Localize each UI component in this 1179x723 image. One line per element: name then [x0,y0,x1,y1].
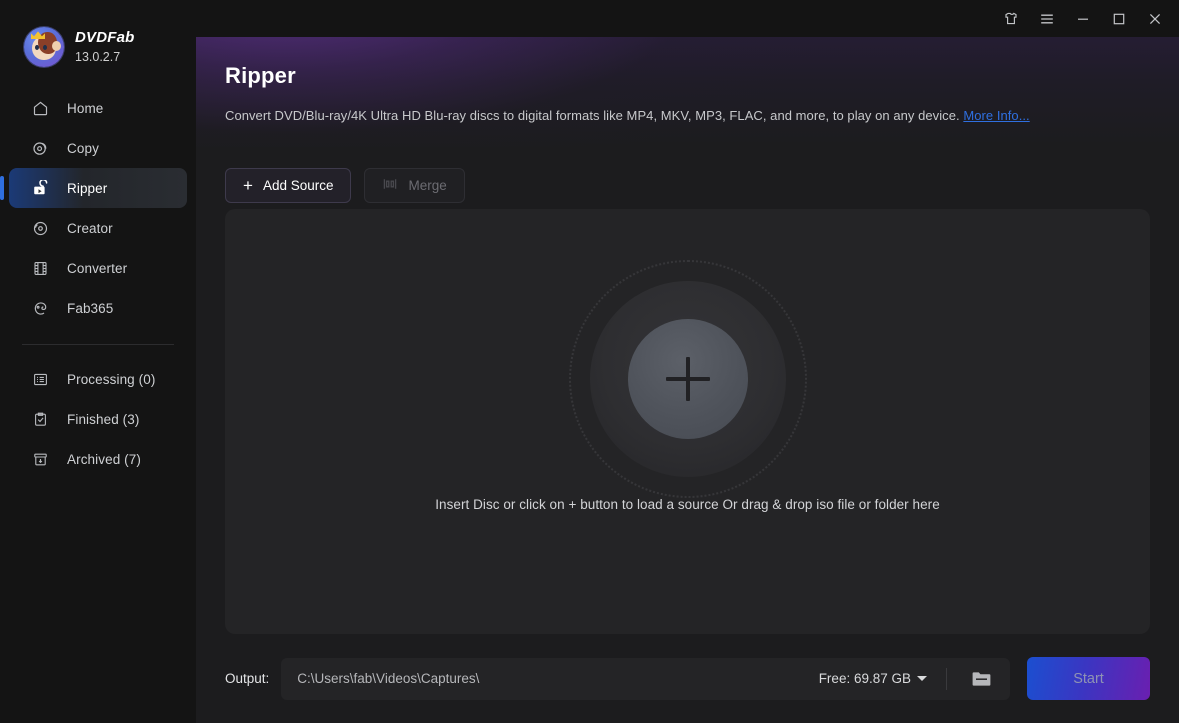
plus-large-icon[interactable] [628,319,748,439]
theme-skin-icon[interactable] [993,4,1029,34]
brand: DVDFab 13.0.2.7 [0,0,196,72]
sidebar-item-processing[interactable]: Processing (0) [9,359,187,399]
merge-button[interactable]: Merge [364,168,464,203]
source-dropzone[interactable]: Insert Disc or click on + button to load… [225,209,1150,634]
processing-list-icon [32,371,49,388]
dvdfab-window: DVDFab 13.0.2.7 Home [0,0,1179,723]
sidebar-item-finished[interactable]: Finished (3) [9,399,187,439]
add-source-button[interactable]: + Add Source [225,168,351,203]
dvdfab-mascot-logo [24,27,64,67]
add-source-disc[interactable] [563,254,813,504]
sidebar-item-label: Archived (7) [67,452,141,467]
output-path-input[interactable]: C:\Users\fab\Videos\Captures\ [297,671,808,686]
archived-box-icon [32,451,49,468]
menu-icon[interactable] [1029,4,1065,34]
dropzone-hint: Insert Disc or click on + button to load… [225,497,1150,512]
output-bar: Output: C:\Users\fab\Videos\Captures\ Fr… [196,634,1179,723]
primary-nav: Home Copy [0,88,196,479]
sidebar-item-converter[interactable]: Converter [9,248,187,288]
free-space-dropdown[interactable]: Free: 69.87 GB [819,671,927,686]
more-info-link[interactable]: More Info... [963,108,1029,123]
main-content: Ripper Convert DVD/Blu-ray/4K Ultra HD B… [196,0,1179,723]
sidebar-item-label: Home [67,101,103,116]
page-title: Ripper [225,63,1179,89]
sidebar-item-label: Converter [67,261,127,276]
output-field[interactable]: C:\Users\fab\Videos\Captures\ Free: 69.8… [281,658,1010,700]
output-divider [946,668,947,690]
sidebar-divider [22,344,174,345]
sidebar-item-fab365[interactable]: Fab365 [9,288,187,328]
sidebar: DVDFab 13.0.2.7 Home [0,0,196,723]
sidebar-item-label: Processing (0) [67,372,155,387]
sidebar-item-label: Ripper [67,181,107,196]
sidebar-item-label: Copy [67,141,99,156]
copy-disc-icon [32,140,49,157]
merge-label: Merge [408,178,446,193]
brand-name: DVDFab [75,30,135,46]
minimize-icon[interactable] [1065,4,1101,34]
sidebar-item-creator[interactable]: Creator [9,208,187,248]
merge-icon [382,177,398,194]
output-label: Output: [225,671,269,686]
sidebar-item-home[interactable]: Home [9,88,187,128]
converter-film-icon [32,260,49,277]
sidebar-item-label: Finished (3) [67,412,139,427]
sidebar-item-archived[interactable]: Archived (7) [9,439,187,479]
fab365-icon [32,300,49,317]
maximize-icon[interactable] [1101,4,1137,34]
chevron-down-icon [917,676,927,681]
title-bar [196,0,1179,37]
sidebar-item-copy[interactable]: Copy [9,128,187,168]
home-icon [32,100,49,117]
page-hero: Ripper Convert DVD/Blu-ray/4K Ultra HD B… [196,37,1179,147]
sidebar-item-ripper[interactable]: Ripper [9,168,187,208]
add-source-label: Add Source [263,178,334,193]
folder-icon[interactable] [966,664,996,694]
brand-version: 13.0.2.7 [75,50,135,64]
sidebar-item-label: Fab365 [67,301,113,316]
finished-clipboard-icon [32,411,49,428]
plus-icon: + [243,177,253,194]
creator-disc-icon [32,220,49,237]
start-button[interactable]: Start [1027,657,1150,700]
close-icon[interactable] [1137,4,1173,34]
free-space-label: Free: 69.87 GB [819,671,911,686]
page-description-text: Convert DVD/Blu-ray/4K Ultra HD Blu-ray … [225,108,960,123]
ripper-icon [32,180,49,197]
page-description: Convert DVD/Blu-ray/4K Ultra HD Blu-ray … [225,107,1179,124]
sidebar-item-label: Creator [67,221,113,236]
